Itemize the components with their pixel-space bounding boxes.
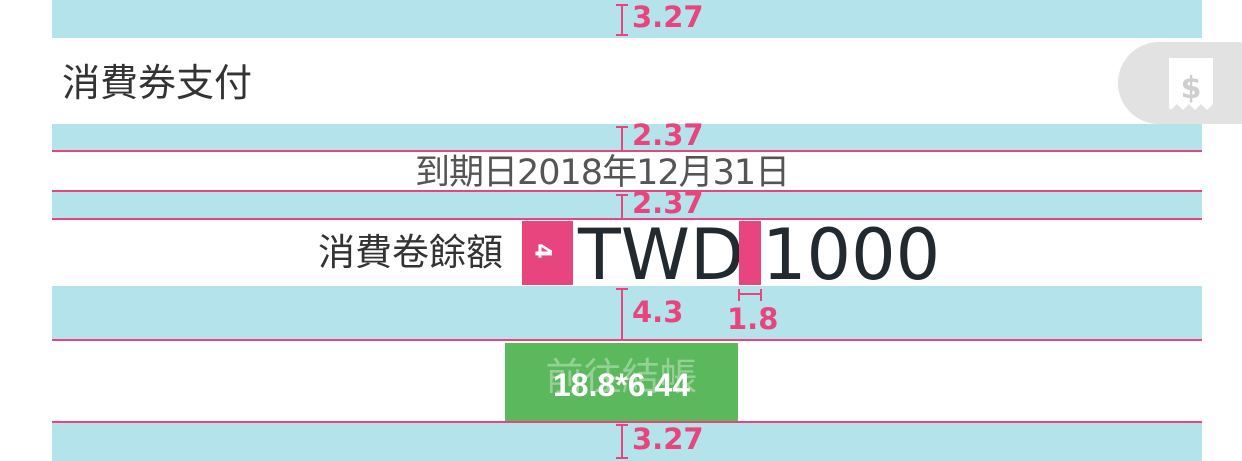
guide-band-title-bottom <box>52 124 1202 151</box>
guide-line <box>52 150 1202 152</box>
balance-label: 消費卷餘額 <box>318 231 503 274</box>
dimension-marker-tick <box>616 34 628 36</box>
button-size-annotation: 18.8*6.44 <box>552 367 690 403</box>
page-title: 消費券支付 <box>62 61 253 105</box>
checkout-button[interactable]: 前往結帳 18.8*6.44 <box>505 343 738 421</box>
dimension-marker <box>621 424 623 459</box>
dimension-top-spacing: 3.27 <box>632 0 704 34</box>
guide-line <box>52 421 1202 423</box>
svg-text:$: $ <box>1181 71 1202 106</box>
guide-band-bottom <box>52 423 1202 461</box>
dimension-amount-bottom-spacing: 4.3 <box>632 295 684 329</box>
balance-currency: TWD <box>578 214 744 296</box>
dimension-marker-tick <box>616 194 628 196</box>
dimension-title-bottom-spacing: 2.37 <box>632 118 704 152</box>
spacing-marker <box>739 221 761 285</box>
guide-line <box>52 339 1202 341</box>
dimension-marker-tick <box>616 126 628 128</box>
expiry-date: 到期日2018年12月31日 <box>415 153 790 193</box>
dimension-marker-tick <box>616 424 628 426</box>
receipt-button[interactable]: $ <box>1118 42 1242 124</box>
spacing-marker-label: 4 <box>529 243 555 259</box>
receipt-dollar-icon: $ <box>1169 58 1213 110</box>
dimension-marker-tick <box>616 4 628 6</box>
dimension-marker <box>621 126 623 150</box>
dimension-marker-tick <box>616 457 628 459</box>
dimension-bottom-spacing: 3.27 <box>632 422 704 456</box>
balance-amount: 1000 <box>762 214 941 296</box>
dimension-marker <box>621 4 623 36</box>
dimension-gap: 1.8 <box>727 302 779 336</box>
